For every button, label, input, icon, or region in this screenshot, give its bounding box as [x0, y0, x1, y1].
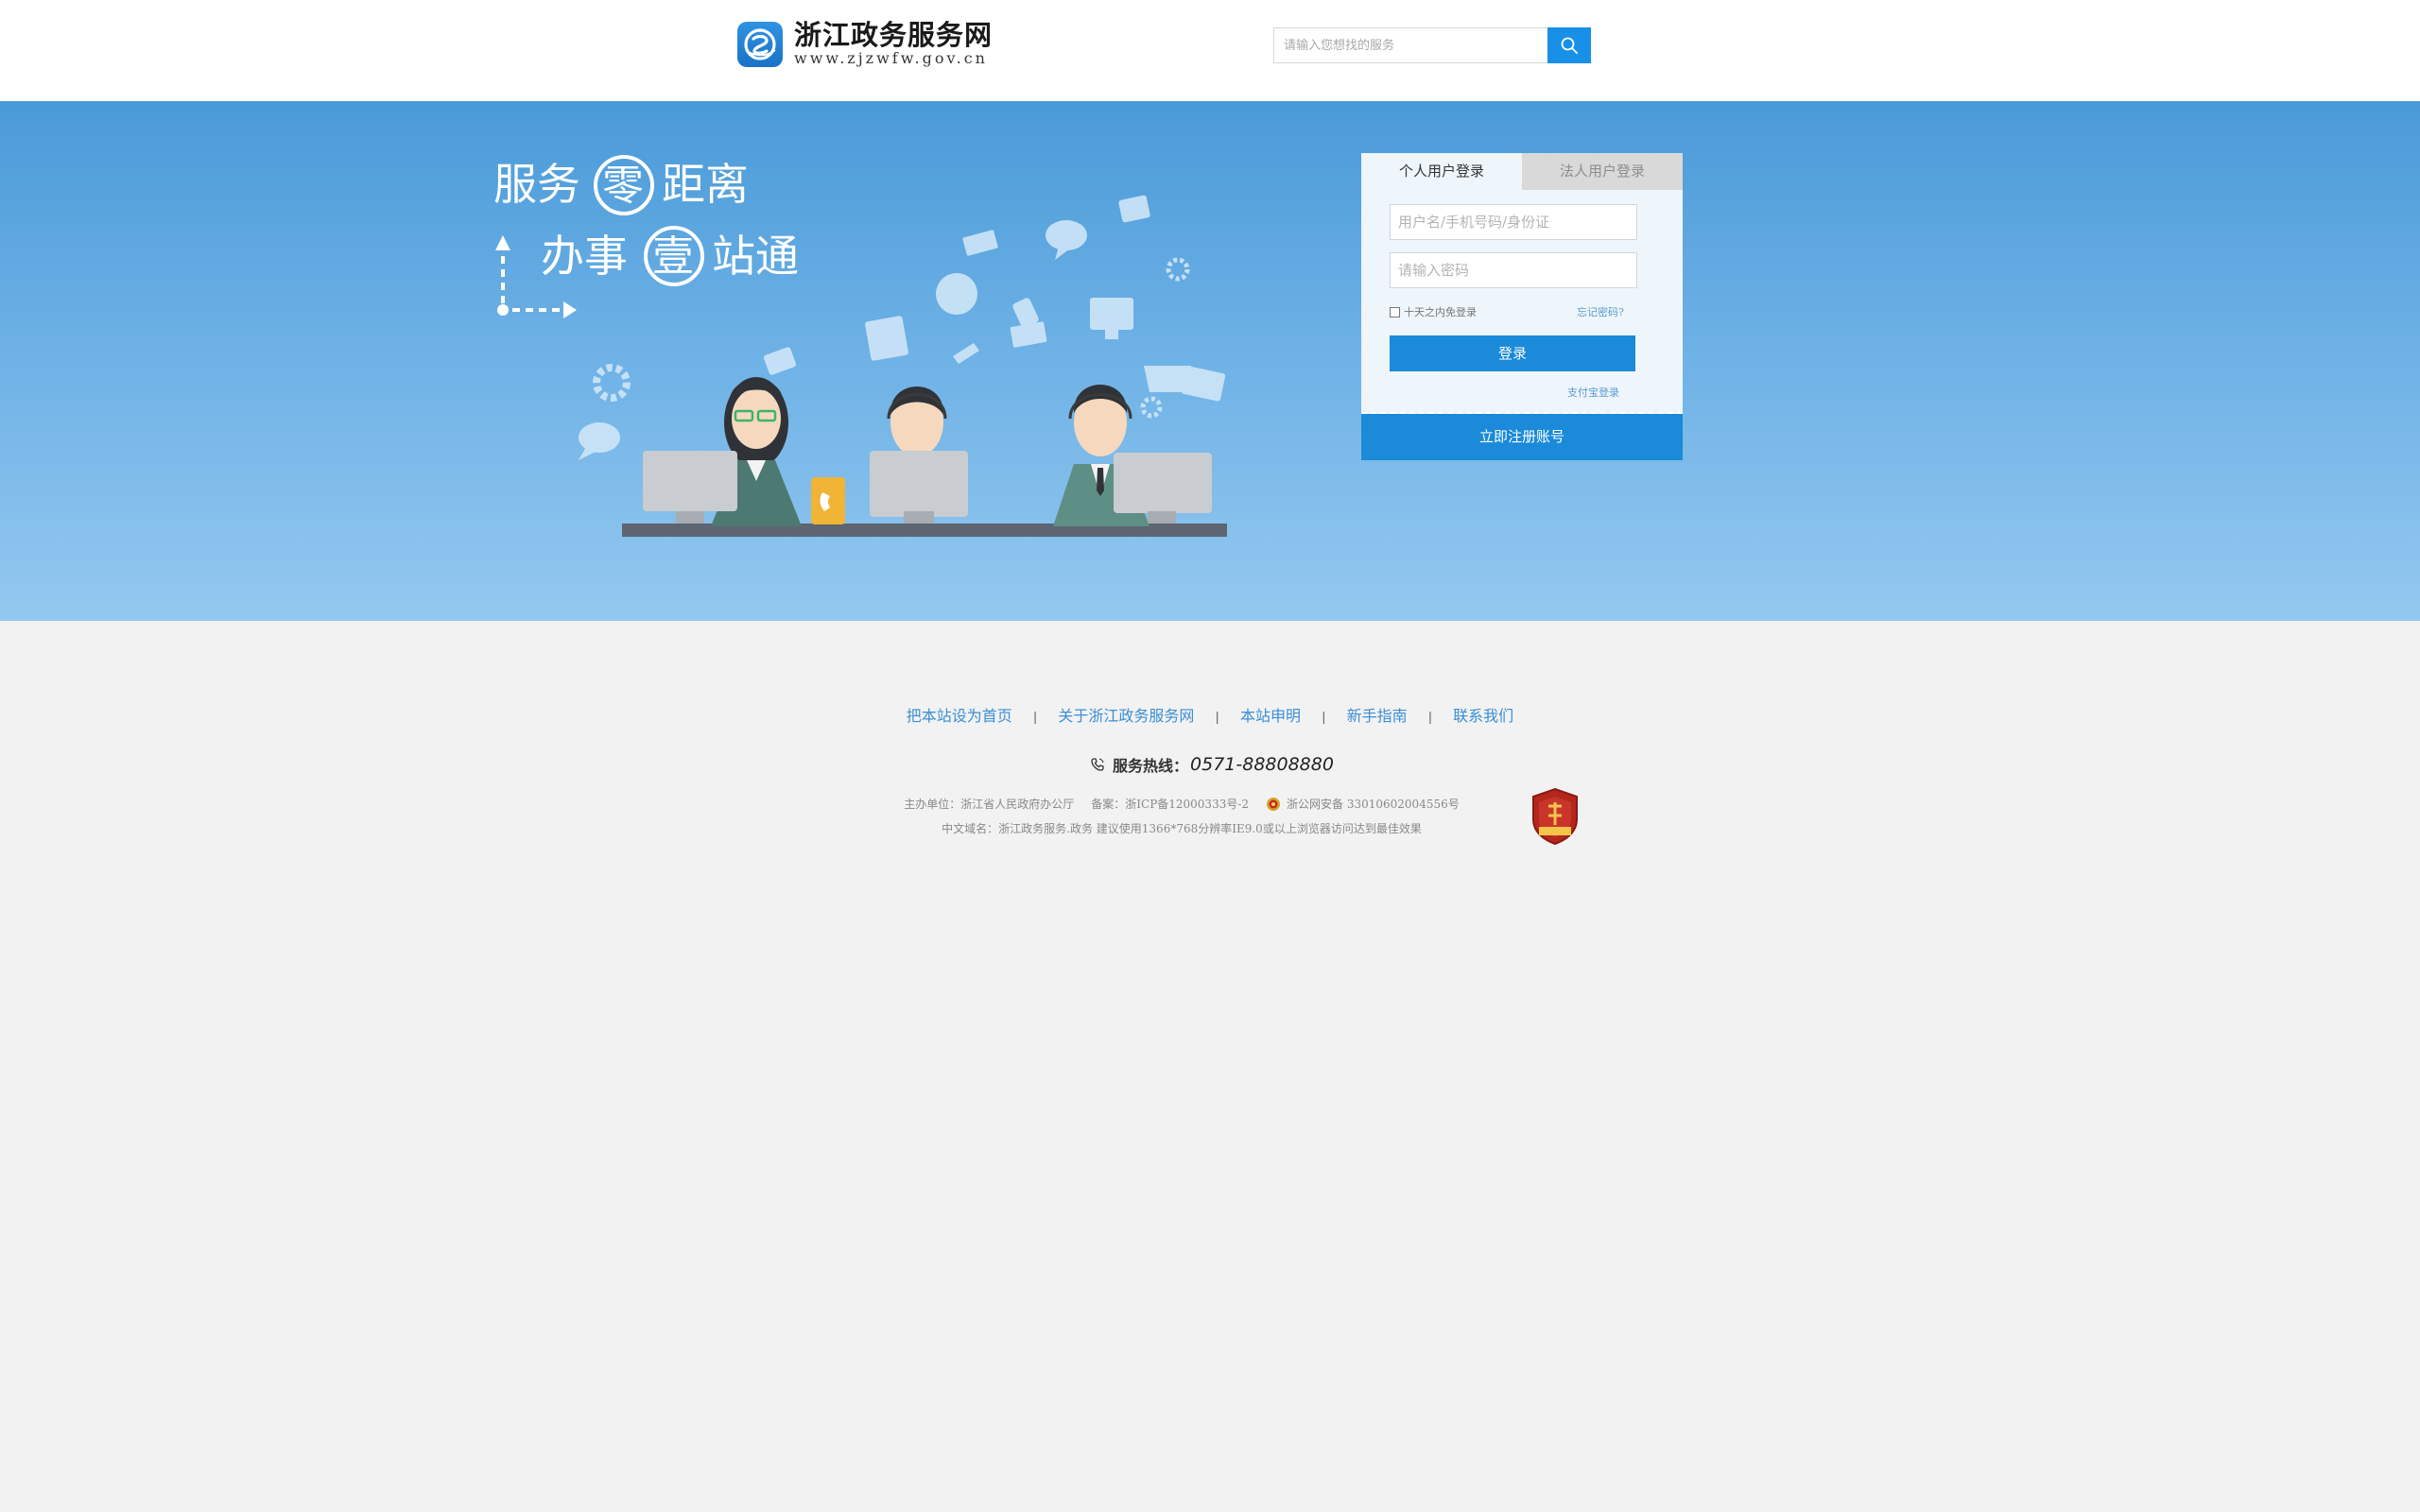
- username-input[interactable]: [1391, 205, 1636, 239]
- slogan-line-2: 办事 壹 站通: [541, 226, 799, 286]
- chat-bubble2-icon: [579, 422, 620, 453]
- remember-checkbox[interactable]: [1390, 306, 1400, 318]
- footer-link-statement[interactable]: 本站申明: [1240, 707, 1301, 725]
- footer-icp[interactable]: 备案：浙ICP备12000333号-2: [1091, 796, 1249, 812]
- search-icon: [1561, 37, 1578, 54]
- footer-separator: |: [1427, 711, 1433, 725]
- search-box: [1273, 27, 1549, 63]
- footer-link-guide[interactable]: 新手指南: [1347, 707, 1408, 725]
- police-badge-icon: [1267, 797, 1281, 811]
- party-government-badge-icon[interactable]: [1530, 787, 1581, 846]
- slogan-text-1c: 距离: [662, 159, 749, 210]
- footer-organizer: 主办单位：浙江省人民政府办公厅: [904, 798, 1075, 811]
- logo-url: www.zjzwfw.gov.cn: [794, 49, 988, 67]
- footer-link-about[interactable]: 关于浙江政务服务网: [1058, 707, 1194, 725]
- gear-small-icon: [1166, 257, 1190, 282]
- operator-female: [643, 377, 802, 526]
- chat-bubble-icon: [1046, 220, 1087, 250]
- footer-separator: |: [1215, 711, 1219, 725]
- card2-icon: [1010, 321, 1047, 348]
- gear-icon: [593, 364, 631, 402]
- footer-police-record[interactable]: 浙公网安备 33010602004556号: [1287, 796, 1460, 812]
- footer-domain-note: 中文域名：浙江政务服务.政务 建议使用1366*768分辨率IE9.0或以上浏览…: [942, 822, 1422, 835]
- logo-title: 浙江政务服务网: [794, 19, 994, 51]
- phone-book-icon: [811, 477, 845, 524]
- service-hotline: 服务热线： 0571-88808880: [1090, 753, 1334, 776]
- globe-icon: [936, 273, 977, 315]
- username-field: [1390, 204, 1637, 240]
- mail2-icon: [1181, 366, 1226, 402]
- mail-icon: [1118, 195, 1150, 223]
- notebook-icon: [865, 316, 908, 361]
- remember-me: 十天之内免登录: [1390, 304, 1477, 319]
- logo-icon: [737, 21, 783, 67]
- register-button[interactable]: 立即注册账号: [1361, 414, 1683, 460]
- password-field: [1390, 252, 1637, 288]
- login-tabs: 个人用户登录 法人用户登录: [1361, 153, 1683, 190]
- footer-separator: |: [1032, 711, 1038, 725]
- footer-links: 把本站设为首页 | 关于浙江政务服务网 | 本站申明 | 新手指南 | 联系我们: [0, 703, 2420, 726]
- footer-separator: |: [1322, 711, 1326, 725]
- monitor-icon: [1090, 298, 1133, 330]
- remember-label: 十天之内免登录: [1404, 306, 1477, 318]
- footer-link-set-homepage[interactable]: 把本站设为首页: [907, 707, 1012, 725]
- password-input[interactable]: [1391, 253, 1636, 287]
- phone-icon: [1091, 758, 1104, 771]
- slogan-line-1: 服务 零 距离: [493, 155, 749, 215]
- tab-legal-login[interactable]: 法人用户登录: [1522, 153, 1683, 190]
- forgot-password-link[interactable]: 忘记密码?: [1577, 304, 1624, 319]
- hand-pointer-icon: [763, 347, 797, 375]
- hotline-number: 0571-88808880: [1190, 754, 1334, 775]
- slogan-text-1a: 服务: [493, 159, 580, 210]
- operator-male-middle: [870, 387, 968, 524]
- hero-banner: 服务 零 距离 办事 壹 站通: [0, 101, 2420, 621]
- login-button[interactable]: 登录: [1390, 335, 1635, 371]
- site-logo[interactable]: 浙江政务服务网 www.zjzwfw.gov.cn: [737, 21, 993, 67]
- footer-info-line-2: 中文域名：浙江政务服务.政务 建议使用1366*768分辨率IE9.0或以上浏览…: [0, 820, 2392, 836]
- slogan-text-2a: 办事: [541, 231, 628, 282]
- hotline-label: 服务热线：: [1113, 757, 1189, 775]
- service-illustration: 服务 零 距离 办事 壹 站通: [493, 155, 1227, 537]
- login-panel: 个人用户登录 法人用户登录 十天之内免登录 忘记密码? 登录 支付宝登录 立即注…: [1361, 153, 1683, 460]
- footer-info-line-1: 主办单位：浙江省人民政府办公厅 备案：浙ICP备12000333号-2 浙公网安…: [0, 796, 2392, 812]
- operator-male-right: [1053, 385, 1212, 526]
- alipay-login-link[interactable]: 支付宝登录: [1567, 385, 1619, 400]
- search-button[interactable]: [1547, 27, 1591, 63]
- search-input[interactable]: [1274, 28, 1548, 62]
- slogan-text-2c: 站通: [712, 231, 799, 282]
- footer-link-contact[interactable]: 联系我们: [1453, 707, 1513, 725]
- tab-personal-login[interactable]: 个人用户登录: [1361, 153, 1522, 190]
- card-icon: [962, 230, 998, 256]
- phone-handset-icon: [953, 343, 979, 364]
- site-header: 浙江政务服务网 www.zjzwfw.gov.cn: [0, 0, 2420, 101]
- slogan-text-2b: 壹: [652, 232, 694, 281]
- slogan-text-1b: 零: [602, 162, 644, 210]
